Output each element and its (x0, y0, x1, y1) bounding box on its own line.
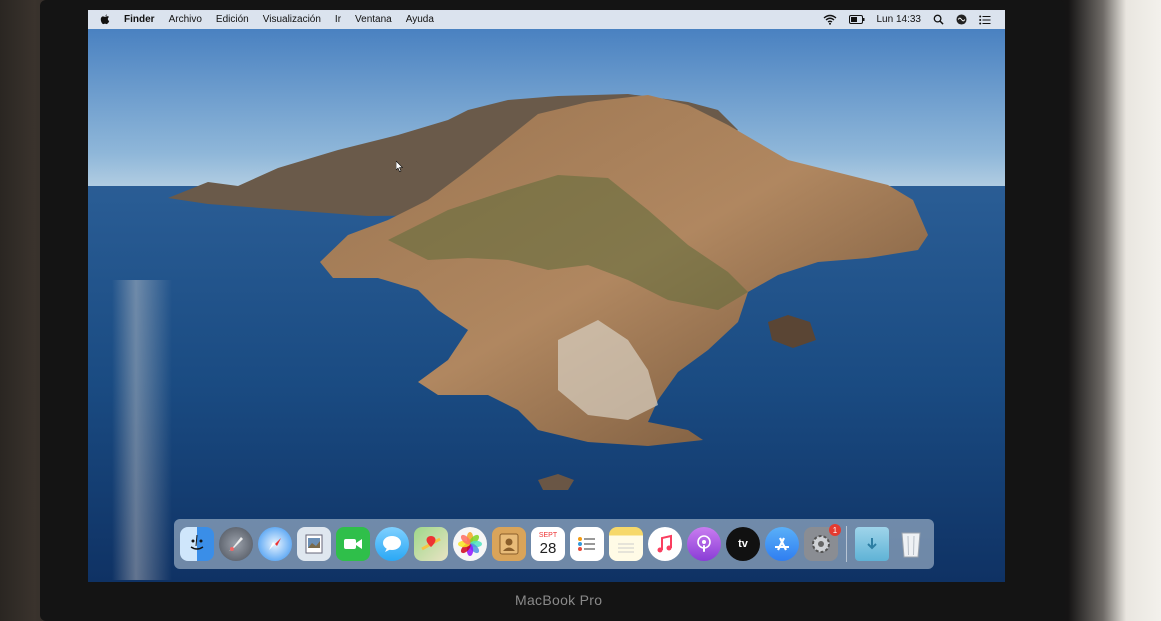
photos-icon[interactable] (453, 527, 487, 561)
dock-separator (846, 526, 847, 562)
system-preferences-icon[interactable]: 1 (804, 524, 841, 561)
device-brand-label: MacBook Pro (515, 592, 603, 608)
menu-ir[interactable]: Ir (335, 14, 341, 25)
menu-bar: Finder Archivo Edición Visualización Ir … (88, 10, 1005, 29)
menu-visualizacion[interactable]: Visualización (263, 14, 321, 25)
menu-ventana[interactable]: Ventana (355, 14, 392, 25)
wifi-icon[interactable] (823, 14, 837, 25)
finder-icon[interactable] (180, 527, 214, 561)
launchpad-icon[interactable] (219, 527, 253, 561)
calendar-month: SEPT (538, 532, 558, 539)
update-badge: 1 (829, 524, 841, 536)
safari-icon[interactable] (258, 527, 292, 561)
contacts-icon[interactable] (492, 527, 526, 561)
desktop-wallpaper (88, 10, 1005, 582)
facetime-icon[interactable] (336, 527, 370, 561)
messages-icon[interactable] (375, 527, 409, 561)
menu-clock[interactable]: Lun 14:33 (877, 14, 922, 25)
menu-ayuda[interactable]: Ayuda (406, 14, 434, 25)
menu-edicion[interactable]: Edición (216, 14, 249, 25)
spotlight-icon[interactable] (933, 14, 944, 25)
mouse-pointer-icon (396, 161, 403, 172)
menu-archivo[interactable]: Archivo (169, 14, 202, 25)
preview-icon[interactable] (297, 527, 331, 561)
reminders-icon[interactable] (570, 527, 604, 561)
menu-app-finder[interactable]: Finder (124, 14, 155, 25)
music-icon[interactable] (648, 527, 682, 561)
apple-menu-icon[interactable] (100, 14, 110, 25)
screen-glare (112, 280, 172, 580)
tv-icon[interactable]: tv (726, 527, 760, 561)
desktop-screen: Finder Archivo Edición Visualización Ir … (88, 10, 1005, 582)
notification-center-icon[interactable] (979, 15, 991, 25)
downloads-folder-icon[interactable] (855, 527, 889, 561)
calendar-day: 28 (539, 540, 557, 557)
trash-icon[interactable] (894, 527, 928, 561)
battery-icon[interactable] (848, 15, 865, 24)
tv-label: tv (738, 538, 748, 550)
maps-icon[interactable] (414, 527, 448, 561)
siri-icon[interactable] (956, 14, 967, 25)
app-store-icon[interactable] (765, 527, 799, 561)
podcasts-icon[interactable] (687, 527, 721, 561)
calendar-icon[interactable]: SEPT 28 (531, 527, 565, 561)
notes-icon[interactable] (609, 527, 643, 561)
dock: SEPT 28 tv 1 (174, 519, 934, 569)
